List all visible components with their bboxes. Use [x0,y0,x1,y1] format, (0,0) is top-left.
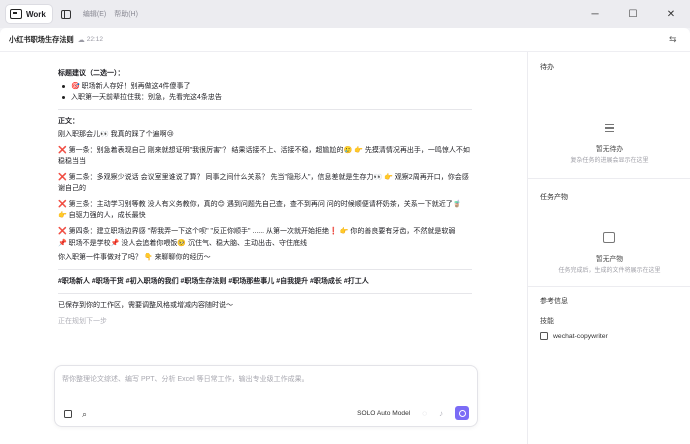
prompt-input[interactable] [62,374,462,394]
skill-item[interactable]: wechat-copywriter [540,332,608,340]
conversation-time: 22:12 [86,36,103,43]
cross-icon: ❌ [58,201,67,208]
cloud-icon: ☁ [77,36,85,44]
assistant-message: 标题建议（二选一）： 🎯 职场新人存好！别再做这4件傻事了 入职第一天前辈拉住我… [58,68,472,329]
planning-status: 正在规划下一步 [58,318,107,325]
title-option-2: 入职第一天前辈拉住我：别急，先看完这4条忠告 [71,94,222,101]
microphone-icon[interactable]: ♪ [439,409,443,418]
intro-text: 刚入职那会儿👀 我真的踩了个遍啊😢 [58,131,174,138]
composer-tools: ⌕ [64,410,87,419]
todo-empty-state: 暂无待办 复杂任务的进展会显示在这里 [528,122,690,164]
rule-item-5: 📌 职场不是学校📌 没人会追着你喂饭🥺 沉住气、稳大脑、主动出击、守住底线 [58,238,472,249]
conversation-title: 小红书职场生存法则 [9,34,74,44]
cross-icon: ❌ [58,228,67,235]
right-sidebar: 待办 暂无待办 复杂任务的进展会显示在这里 任务产物 暂无产物 任务完成后，生成… [527,52,690,444]
divider [58,293,472,294]
reference-title: 参考信息 [540,298,568,305]
todo-title: 待办 [540,64,554,71]
artifacts-empty-desc: 任务完成后，生成的文件将展示在这里 [558,268,661,274]
chat-icon[interactable]: ◌ [422,409,427,418]
artifacts-empty-label: 暂无产物 [595,256,624,263]
collapse-panel-icon[interactable]: ⇆ [669,35,678,44]
rule-item-4: ❌ 第四条：建立职场边界感 "帮我弄一下这个呗" "反正你顺手" ...... … [58,226,472,237]
title-suggestion-heading: 标题建议（二选一）： [58,70,125,77]
divider [528,178,690,179]
app-logo-icon [10,9,22,19]
list-item: 入职第一天前辈拉住我：别急，先看完这4条忠告 [58,92,472,103]
conversation-header: 小红书职场生存法则 ☁ 22:12 ⇆ [0,28,690,52]
workspace-switcher[interactable]: Work [6,5,52,23]
send-button[interactable] [455,406,469,420]
todo-empty-label: 暂无待办 [595,146,624,153]
rule-text: 第一条：别急着表现自己 刚来就想证明"我很厉害"？ 结果话接不上、活接不稳，超尴… [58,147,470,165]
body-label: 正文： [58,118,79,125]
composer-actions: SOLO Auto Model ◌ ♪ [357,406,469,420]
minimize-button[interactable]: ─ [576,0,614,28]
divider [528,286,690,287]
edit-icon[interactable] [64,410,72,418]
title-option-1: 🎯 职场新人存好！别再做这4件傻事了 [71,83,191,90]
close-button[interactable]: ✕ [652,0,690,28]
skill-name: wechat-copywriter [553,332,608,340]
app-name: Work [26,9,46,19]
rule-item-1: ❌ 第一条：别急着表现自己 刚来就想证明"我很厉害"？ 结果话接不上、活接不稳，… [58,145,472,167]
title-bar: Work 编辑(E) 帮助(H) ─ ☐ ✕ [0,0,690,28]
closing-question: 你入职第一件事做对了吗？ 👇 来聊聊你的经历～ [58,254,211,261]
divider [58,109,472,110]
todo-empty-desc: 复杂任务的进展会显示在这里 [570,158,649,164]
maximize-button[interactable]: ☐ [614,0,652,28]
list-icon [603,122,617,136]
bullet-dot [62,96,65,99]
cross-icon: ❌ [58,174,67,181]
menu-bar: 编辑(E) 帮助(H) [83,9,138,19]
menu-edit[interactable]: 编辑(E) [83,9,106,19]
skills-label: 技能 [540,318,554,325]
pin-icon: 📌 [58,240,67,247]
artifacts-empty-state: 暂无产物 任务完成后，生成的文件将展示在这里 [528,232,690,274]
main-panel: 小红书职场生存法则 ☁ 22:12 ⇆ 标题建议（二选一）： 🎯 职场新人存好！… [0,28,690,444]
artifacts-title: 任务产物 [540,194,568,201]
menu-help[interactable]: 帮助(H) [114,9,138,19]
bullet-dot [62,85,65,88]
saved-note: 已保存到你的工作区，需要调整风格或增减内容随时说～ [58,302,233,309]
rule-text: 第三条：主动学习别等教 没人有义务教你，真的😊 遇到问题先自己查，查不到再问 问… [58,201,462,219]
rule-item-2: ❌ 第二条：多观察少说话 会议室里谁说了算？ 同事之间什么关系？ 先当"隐形人"… [58,172,472,194]
sidebar-toggle-icon[interactable] [60,9,71,19]
rule-text: 职场不是学校📌 没人会追着你喂饭🥺 沉住气、稳大脑、主动出击、守住底线 [68,240,307,247]
skill-icon [540,332,548,340]
cross-icon: ❌ [58,147,67,154]
window-controls: ─ ☐ ✕ [576,0,690,28]
hashtags: #职场新人 #职场干货 #初入职场的我们 #职场生存法则 #职场那些事儿 #自我… [58,278,369,285]
box-icon [602,232,617,246]
divider [58,269,472,270]
rule-item-3: ❌ 第三条：主动学习别等教 没人有义务教你，真的😊 遇到问题先自己查，查不到再问… [58,199,472,221]
list-item: 🎯 职场新人存好！别再做这4件傻事了 [58,81,472,92]
rule-text: 第二条：多观察少说话 会议室里谁说了算？ 同事之间什么关系？ 先当"隐形人"，信… [58,174,469,192]
model-selector[interactable]: SOLO Auto Model [357,410,410,417]
attach-icon[interactable]: ⌕ [82,410,87,419]
composer: ⌕ SOLO Auto Model ◌ ♪ [54,365,478,427]
rule-text: 第四条：建立职场边界感 "帮我弄一下这个呗" "反正你顺手" ...... 从第… [68,228,456,235]
